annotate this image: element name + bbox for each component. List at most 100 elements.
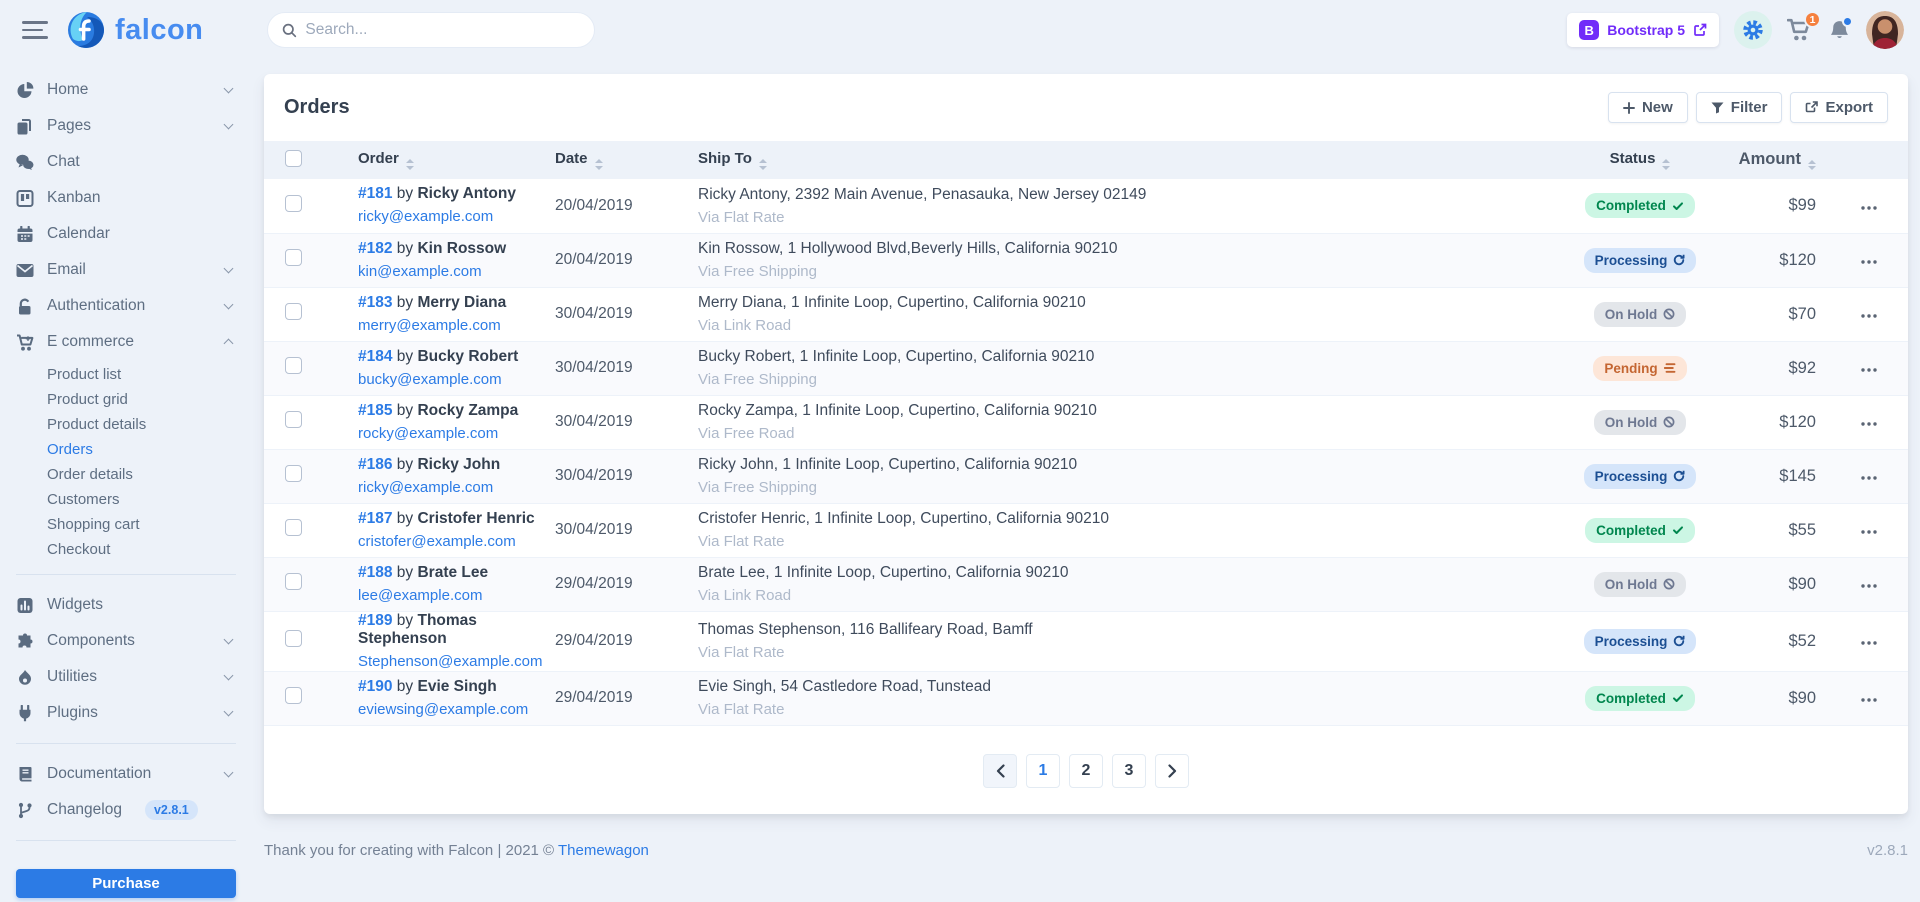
ship-address: Ricky Antony, 2392 Main Avenue, Penasauk… bbox=[698, 186, 1580, 204]
order-id-link[interactable]: #185 bbox=[358, 402, 392, 419]
hamburger-menu-icon[interactable] bbox=[22, 21, 48, 39]
customer-email-link[interactable]: merry@example.com bbox=[358, 317, 501, 334]
customer-email-link[interactable]: bucky@example.com bbox=[358, 371, 502, 388]
table-row: #186 by Ricky John ricky@example.com 30/… bbox=[264, 449, 1908, 503]
customer-email-link[interactable]: Stephenson@example.com bbox=[358, 653, 543, 670]
column-header-order[interactable]: Order bbox=[358, 141, 555, 179]
order-id-link[interactable]: #181 bbox=[358, 185, 392, 202]
search-box[interactable] bbox=[267, 12, 595, 48]
sidebar-item-email[interactable]: Email bbox=[16, 252, 236, 288]
by-label: by bbox=[397, 348, 413, 365]
customer-email-link[interactable]: cristofer@example.com bbox=[358, 533, 516, 550]
pagination-page-1[interactable]: 1 bbox=[1026, 754, 1060, 788]
order-date: 30/04/2019 bbox=[555, 287, 698, 341]
row-actions-button[interactable] bbox=[1855, 580, 1883, 592]
row-checkbox[interactable] bbox=[285, 687, 302, 704]
sidebar-item-home[interactable]: Home bbox=[16, 72, 236, 108]
sidebar-item-changelog[interactable]: Changelog v2.8.1 bbox=[16, 792, 236, 828]
customer-email-link[interactable]: eviewsing@example.com bbox=[358, 701, 528, 718]
row-actions-button[interactable] bbox=[1855, 472, 1883, 484]
sort-icon bbox=[759, 159, 767, 170]
order-id-link[interactable]: #184 bbox=[358, 348, 392, 365]
user-avatar[interactable] bbox=[1866, 11, 1904, 49]
brand-logo[interactable]: falcon bbox=[66, 10, 203, 50]
sidebar-item-product-details[interactable]: Product details bbox=[16, 412, 236, 437]
sidebar-item-product-grid[interactable]: Product grid bbox=[16, 387, 236, 412]
ellipsis-icon bbox=[1861, 698, 1877, 702]
order-id-link[interactable]: #182 bbox=[358, 240, 392, 257]
customer-email-link[interactable]: ricky@example.com bbox=[358, 208, 493, 225]
column-header-shipto[interactable]: Ship To bbox=[698, 141, 1580, 179]
notifications-button[interactable] bbox=[1828, 19, 1851, 42]
sidebar-item-checkout[interactable]: Checkout bbox=[16, 537, 236, 562]
sidebar-item-chat[interactable]: Chat bbox=[16, 144, 236, 180]
row-checkbox[interactable] bbox=[285, 630, 302, 647]
filter-button[interactable]: Filter bbox=[1696, 92, 1783, 123]
row-actions-button[interactable] bbox=[1855, 364, 1883, 376]
row-checkbox[interactable] bbox=[285, 195, 302, 212]
order-id-link[interactable]: #190 bbox=[358, 678, 392, 695]
row-checkbox[interactable] bbox=[285, 303, 302, 320]
row-actions-button[interactable] bbox=[1855, 526, 1883, 538]
customer-email-link[interactable]: ricky@example.com bbox=[358, 479, 493, 496]
select-all-checkbox[interactable] bbox=[285, 150, 302, 167]
sidebar-item-plugins[interactable]: Plugins bbox=[16, 695, 236, 731]
row-actions-button[interactable] bbox=[1855, 418, 1883, 430]
pagination-page-3[interactable]: 3 bbox=[1112, 754, 1146, 788]
row-actions-button[interactable] bbox=[1855, 694, 1883, 706]
order-id-link[interactable]: #186 bbox=[358, 456, 392, 473]
sidebar-item-authentication[interactable]: Authentication bbox=[16, 288, 236, 324]
bootstrap5-badge[interactable]: B Bootstrap 5 bbox=[1567, 13, 1719, 47]
themewagon-link[interactable]: Themewagon bbox=[558, 842, 649, 859]
pagination-next-button[interactable] bbox=[1155, 754, 1189, 788]
row-actions-button[interactable] bbox=[1855, 637, 1883, 649]
customer-email-link[interactable]: lee@example.com bbox=[358, 587, 482, 604]
sidebar-item-order-details[interactable]: Order details bbox=[16, 462, 236, 487]
ship-address: Cristofer Henric, 1 Infinite Loop, Cuper… bbox=[698, 510, 1580, 528]
row-checkbox[interactable] bbox=[285, 465, 302, 482]
column-header-amount[interactable]: Amount bbox=[1700, 141, 1830, 179]
customer-email-link[interactable]: kin@example.com bbox=[358, 263, 482, 280]
purchase-button[interactable]: Purchase bbox=[16, 869, 236, 898]
row-checkbox[interactable] bbox=[285, 249, 302, 266]
sidebar-item-utilities[interactable]: Utilities bbox=[16, 659, 236, 695]
sidebar-item-ecommerce[interactable]: E commerce bbox=[16, 324, 236, 360]
shipping-method: Via Flat Rate bbox=[698, 701, 1580, 718]
sidebar-item-product-list[interactable]: Product list bbox=[16, 362, 236, 387]
column-header-date[interactable]: Date bbox=[555, 141, 698, 179]
search-input[interactable] bbox=[305, 21, 580, 39]
row-actions-button[interactable] bbox=[1855, 310, 1883, 322]
new-button[interactable]: New bbox=[1608, 92, 1688, 123]
by-label: by bbox=[397, 402, 413, 419]
ship-address: Kin Rossow, 1 Hollywood Blvd,Beverly Hil… bbox=[698, 240, 1580, 258]
row-actions-button[interactable] bbox=[1855, 256, 1883, 268]
sidebar-item-shopping-cart[interactable]: Shopping cart bbox=[16, 512, 236, 537]
sidebar-item-widgets[interactable]: Widgets bbox=[16, 587, 236, 623]
order-date: 20/04/2019 bbox=[555, 233, 698, 287]
sidebar-item-customers[interactable]: Customers bbox=[16, 487, 236, 512]
order-id-link[interactable]: #187 bbox=[358, 510, 392, 527]
row-checkbox[interactable] bbox=[285, 519, 302, 536]
book-icon bbox=[16, 766, 34, 783]
export-button[interactable]: Export bbox=[1790, 92, 1888, 123]
sidebar-item-kanban[interactable]: Kanban bbox=[16, 180, 236, 216]
cart-button[interactable]: 1 bbox=[1787, 18, 1813, 42]
row-checkbox[interactable] bbox=[285, 357, 302, 374]
sidebar-item-pages[interactable]: Pages bbox=[16, 108, 236, 144]
sidebar-item-documentation[interactable]: Documentation bbox=[16, 756, 236, 792]
row-actions-button[interactable] bbox=[1855, 202, 1883, 214]
settings-button[interactable] bbox=[1734, 11, 1772, 49]
order-id-link[interactable]: #189 bbox=[358, 612, 392, 629]
pagination-page-2[interactable]: 2 bbox=[1069, 754, 1103, 788]
sidebar-item-calendar[interactable]: Calendar bbox=[16, 216, 236, 252]
pagination-prev-button[interactable] bbox=[983, 754, 1017, 788]
row-checkbox[interactable] bbox=[285, 573, 302, 590]
sidebar-item-components[interactable]: Components bbox=[16, 623, 236, 659]
order-id-link[interactable]: #183 bbox=[358, 294, 392, 311]
stream-icon bbox=[1664, 362, 1676, 374]
customer-email-link[interactable]: rocky@example.com bbox=[358, 425, 498, 442]
order-id-link[interactable]: #188 bbox=[358, 564, 392, 581]
column-header-status[interactable]: Status bbox=[1580, 141, 1700, 179]
sidebar-item-orders[interactable]: Orders bbox=[16, 437, 236, 462]
row-checkbox[interactable] bbox=[285, 411, 302, 428]
